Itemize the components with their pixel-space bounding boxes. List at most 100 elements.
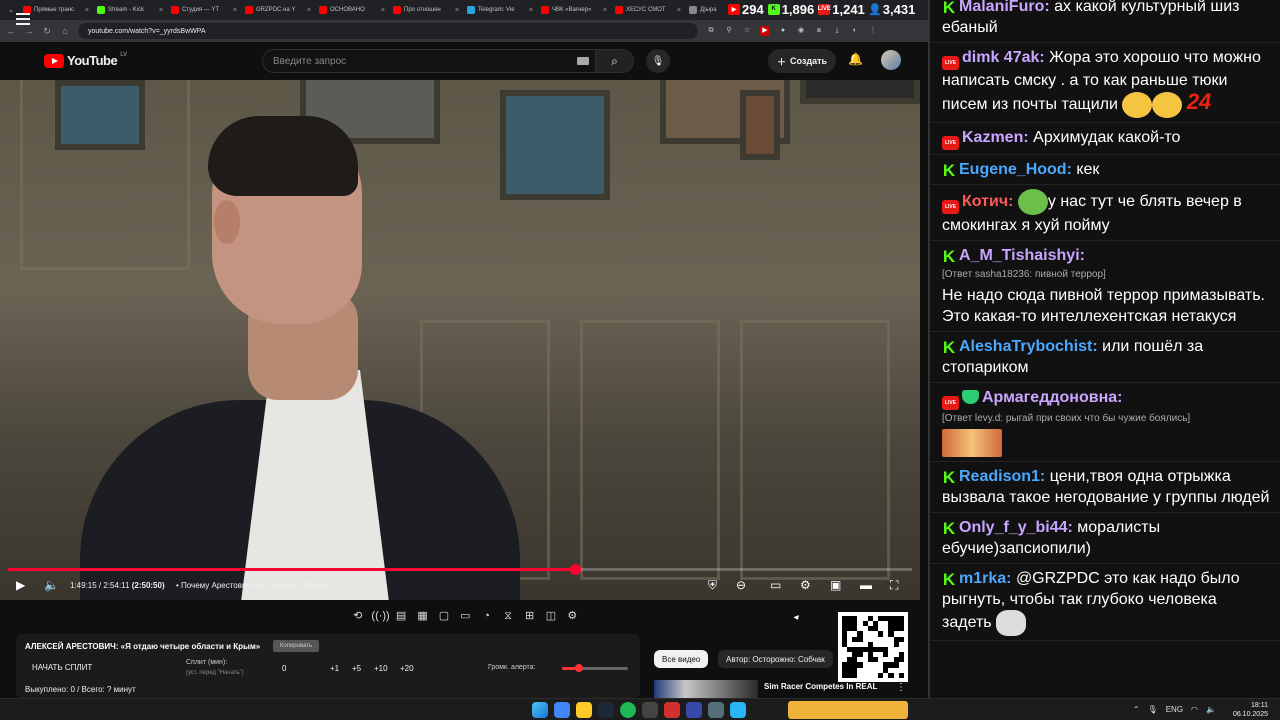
menu-icon[interactable]	[16, 13, 30, 25]
theater-icon[interactable]: ▬	[860, 578, 872, 592]
speaker-icon[interactable]: 🔈	[1206, 705, 1216, 714]
chat-nick[interactable]: Only_f_y_bi44:	[959, 519, 1073, 536]
clock[interactable]: 18:11 06.10.2025	[1233, 701, 1268, 719]
game-widget[interactable]	[788, 701, 908, 719]
miniplayer-icon[interactable]: ▣	[830, 578, 841, 592]
profile-icon[interactable]: ◐	[850, 26, 860, 36]
folder-icon[interactable]	[576, 702, 592, 718]
gear-icon[interactable]: ⚙	[565, 609, 580, 623]
menu-dots-icon[interactable]: ⋮	[868, 26, 878, 36]
autoplay-toggle[interactable]: ⊖	[736, 578, 746, 592]
browser-tab[interactable]: Прямые транс ×	[20, 1, 92, 19]
screen-icon[interactable]: ▭	[458, 609, 473, 623]
reload-icon[interactable]: ↻	[42, 26, 52, 37]
discord-icon[interactable]	[686, 702, 702, 718]
progress-knob[interactable]	[569, 564, 581, 575]
windows-start-icon[interactable]	[532, 702, 548, 718]
app-icon[interactable]	[708, 702, 724, 718]
miniplayer-pin-icon[interactable]: ⛨	[708, 578, 717, 593]
chat-nick[interactable]: A_M_Tishaishyi:	[959, 247, 1085, 264]
recommended-thumbnail[interactable]	[654, 680, 758, 698]
close-icon[interactable]: ×	[307, 7, 311, 14]
extension-icon[interactable]: ▶	[760, 26, 770, 36]
obs-icon[interactable]	[642, 702, 658, 718]
increment-button[interactable]: +1	[330, 664, 339, 673]
browser-tab[interactable]: ЧВК «Вагнер» ×	[538, 1, 610, 19]
telegram-icon[interactable]	[730, 702, 746, 718]
browser-tab[interactable]: Про отношен ×	[390, 1, 462, 19]
increment-button[interactable]: +5	[352, 664, 361, 673]
start-split-button[interactable]: НАЧАТЬ СПЛИТ	[32, 663, 92, 672]
close-icon[interactable]: ×	[455, 7, 459, 14]
close-icon[interactable]: ×	[529, 7, 533, 14]
extension-icon[interactable]: ●	[778, 26, 788, 36]
chip-all-videos[interactable]: Все видео	[654, 650, 709, 668]
settings-icon[interactable]: ⚙	[800, 578, 811, 592]
add-box-icon[interactable]: ⊞	[522, 609, 537, 623]
rewind-icon[interactable]: ⧖	[500, 609, 515, 623]
chat-nick[interactable]: MalaniFuro:	[959, 0, 1050, 15]
chat-nick[interactable]: Армагеддоновна:	[982, 389, 1122, 406]
app-icon[interactable]	[664, 702, 680, 718]
chat-nick[interactable]: Eugene_Hood:	[959, 161, 1072, 178]
browser-tab[interactable]: Студия — YT ×	[168, 1, 240, 19]
puzzle-icon[interactable]: ⧈	[814, 26, 824, 36]
mic-icon[interactable]: 🎙	[646, 49, 670, 73]
close-icon[interactable]: ×	[603, 7, 607, 14]
avatar[interactable]	[881, 50, 901, 70]
chevron-up-icon[interactable]: ⌃	[1133, 705, 1140, 714]
alert-volume-slider[interactable]	[562, 664, 628, 672]
more-options-icon[interactable]: ⋮	[896, 682, 906, 693]
progress-bar[interactable]	[8, 564, 912, 575]
chapter-title[interactable]: • Почему Арестович стал хвалить Путина? …	[176, 581, 340, 590]
split-value[interactable]: 0	[282, 664, 286, 673]
mic-icon[interactable]: 🎙	[1148, 705, 1158, 714]
close-icon[interactable]: ×	[677, 7, 681, 14]
browser-tab[interactable]: ОСНОВАНО ×	[316, 1, 388, 19]
search-icon[interactable]: ⌕	[595, 50, 633, 72]
close-icon[interactable]: ×	[381, 7, 385, 14]
steam-icon[interactable]	[598, 702, 614, 718]
zoom-icon[interactable]: ⚲	[724, 26, 734, 36]
bell-icon[interactable]: 🔔	[848, 52, 863, 66]
forward-icon[interactable]: →	[24, 26, 34, 36]
speed-icon[interactable]: ◔	[479, 609, 494, 623]
spotify-icon[interactable]	[620, 702, 636, 718]
back-icon[interactable]: ←	[6, 26, 16, 36]
home-icon[interactable]: ⌂	[60, 26, 70, 36]
chrome-icon[interactable]	[554, 702, 570, 718]
subtitles-icon[interactable]: ▭	[770, 578, 781, 592]
bookmark-star-icon[interactable]: ☆	[742, 26, 752, 36]
screenshot-icon[interactable]: ◫	[543, 609, 558, 623]
loop-icon[interactable]: ⟲	[350, 609, 365, 623]
increment-button[interactable]: +20	[400, 664, 414, 673]
wifi-icon[interactable]: ◠	[1191, 705, 1198, 714]
copy-button[interactable]: Копировать	[273, 640, 319, 652]
chip-author[interactable]: Автор: Осторожно: Собчак	[718, 650, 833, 668]
browser-tab[interactable]: GRZPDC на Y ×	[242, 1, 314, 19]
create-button[interactable]: ＋ Создать	[768, 49, 836, 73]
chat-nick[interactable]: Котич:	[962, 193, 1013, 210]
broadcast-icon[interactable]: ((·))	[371, 609, 389, 623]
video-player[interactable]	[0, 80, 920, 600]
chat-nick[interactable]: AleshaTrybochist:	[959, 338, 1098, 355]
browser-tab[interactable]: Telegram: Vie ×	[464, 1, 536, 19]
download-icon[interactable]: ⤓	[832, 26, 842, 36]
chat-nick[interactable]: m1rka:	[959, 570, 1011, 587]
language-indicator[interactable]: ENG	[1166, 705, 1183, 714]
extension-icon[interactable]: ◉	[796, 26, 806, 36]
clapper-icon[interactable]: ▦	[415, 609, 430, 623]
close-icon[interactable]: ×	[159, 7, 163, 14]
crop-icon[interactable]: ▢	[436, 609, 451, 623]
close-icon[interactable]: ×	[233, 7, 237, 14]
youtube-logo[interactable]: YouTube LV	[44, 52, 127, 68]
keyboard-icon[interactable]	[577, 57, 589, 65]
increment-button[interactable]: +10	[374, 664, 388, 673]
url-field[interactable]: youtube.com/watch?v=_yyrdsBwWPA	[78, 23, 698, 39]
volume-icon[interactable]: 🔈	[44, 578, 59, 592]
camera-icon[interactable]: ▤	[393, 609, 408, 623]
slider-knob[interactable]	[574, 664, 583, 672]
install-icon[interactable]: ⧉	[706, 26, 716, 36]
chat-nick[interactable]: Readison1:	[959, 468, 1045, 485]
play-icon[interactable]: ▶	[16, 578, 25, 592]
